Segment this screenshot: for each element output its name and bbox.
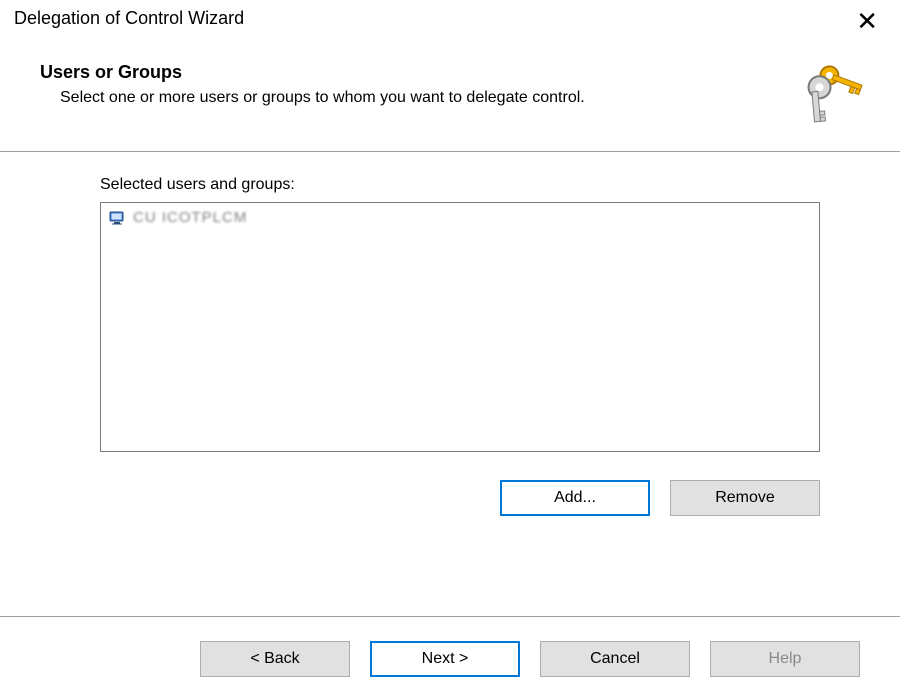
back-button[interactable]: < Back xyxy=(200,641,350,677)
list-item[interactable]: CU ICOTPLCM xyxy=(109,209,811,226)
list-item-label: CU ICOTPLCM xyxy=(133,209,247,226)
remove-button[interactable]: Remove xyxy=(670,480,820,516)
close-icon[interactable]: ✕ xyxy=(848,8,886,34)
cancel-button[interactable]: Cancel xyxy=(540,641,690,677)
list-label: Selected users and groups: xyxy=(100,176,820,194)
page-title: Users or Groups xyxy=(40,62,585,83)
computer-icon xyxy=(109,210,127,226)
add-button[interactable]: Add... xyxy=(500,480,650,516)
next-button[interactable]: Next > xyxy=(370,641,520,677)
keys-icon xyxy=(798,56,870,131)
page-description: Select one or more users or groups to wh… xyxy=(40,89,585,107)
selected-users-listbox[interactable]: CU ICOTPLCM xyxy=(100,202,820,452)
help-button: Help xyxy=(710,641,860,677)
window-title: Delegation of Control Wizard xyxy=(14,8,244,29)
